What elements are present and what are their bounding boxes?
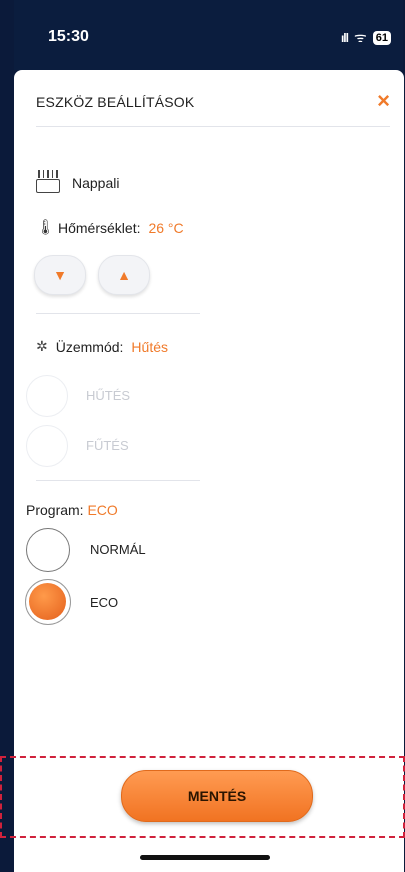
divider — [36, 126, 390, 127]
device-name: Nappali — [72, 175, 120, 191]
program-label: Program: — [26, 502, 84, 518]
mode-row: ✲ Üzemmód: Hűtés — [36, 338, 168, 355]
status-icons: ıll ᯤ 61 — [341, 28, 391, 47]
device-row: Nappali — [36, 170, 119, 196]
status-bar: 15:30 ıll ᯤ 61 — [14, 0, 403, 70]
temperature-value: 26 °C — [148, 220, 184, 236]
arrow-up-icon: ▲ — [117, 267, 131, 283]
wifi-icon: ᯤ — [353, 29, 367, 45]
program-value: ECO — [87, 502, 118, 518]
sheet-title: ESZKÖZ BEÁLLÍTÁSOK — [36, 94, 195, 110]
radio-selected-fill — [29, 583, 66, 620]
ac-unit-icon — [36, 170, 62, 196]
temperature-row: 🌡︎ Hőmérséklet: 26 °C — [36, 218, 184, 238]
signal-icon: ıll — [340, 30, 349, 45]
home-indicator — [140, 855, 270, 860]
divider — [36, 313, 200, 314]
program-radio-normal[interactable] — [26, 528, 70, 572]
program-row: Program: ECO — [26, 502, 118, 518]
battery-icon: 61 — [372, 30, 391, 45]
arrow-down-icon: ▼ — [53, 267, 67, 283]
mode-icon: ✲ — [36, 338, 48, 354]
mode-radio-futes[interactable] — [26, 425, 68, 467]
temperature-down-button[interactable]: ▼ — [34, 255, 86, 295]
temperature-label: Hőmérséklet: — [58, 220, 141, 236]
mode-label: Üzemmód: — [55, 338, 124, 355]
program-option-normal-label: NORMÁL — [90, 542, 146, 557]
divider — [36, 480, 200, 481]
close-icon[interactable]: × — [377, 88, 390, 114]
mode-radio-hutes[interactable] — [26, 375, 68, 417]
save-button[interactable]: MENTÉS — [121, 770, 313, 822]
mode-value: Hűtés — [131, 338, 168, 355]
temperature-up-button[interactable]: ▲ — [98, 255, 150, 295]
mode-option-hutes-label: HŰTÉS — [86, 388, 131, 403]
program-radio-eco[interactable] — [25, 579, 71, 625]
device-settings-sheet: ESZKÖZ BEÁLLÍTÁSOK × Nappali 🌡︎ Hőmérsék… — [14, 70, 404, 872]
program-option-eco-label: ECO — [90, 595, 119, 610]
mode-option-futes-label: FŰTÉS — [86, 438, 129, 453]
thermometer-icon: 🌡︎ — [36, 219, 56, 236]
status-time: 15:30 — [48, 28, 89, 45]
